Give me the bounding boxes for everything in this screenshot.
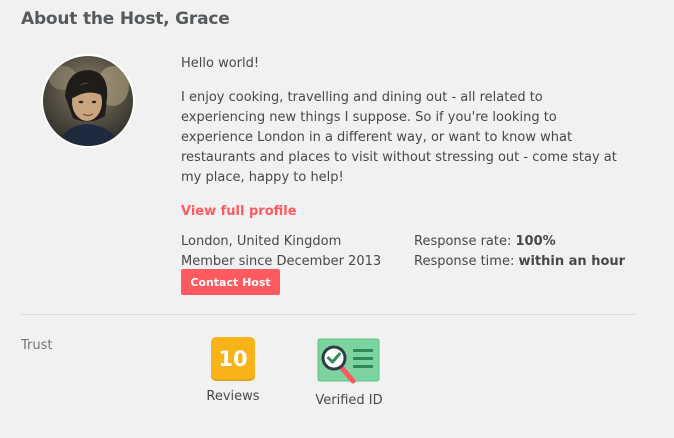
reviews-count-icon: 10 [211,337,255,381]
host-description: Hello world! I enjoy cooking, travelling… [181,54,625,272]
host-info-row: London, United Kingdom Member since Dece… [181,232,625,272]
reviews-badge[interactable]: 10 Reviews [200,337,266,404]
trust-label: Trust [21,338,53,353]
verified-id-icon [317,338,380,384]
response-rate-value: 100% [515,234,556,249]
section-divider [21,314,636,315]
host-bio: I enjoy cooking, travelling and dining o… [181,90,617,185]
contact-host-button[interactable]: Contact Host [181,269,280,295]
response-time-label: Response time: [414,254,515,269]
response-rate: Response rate: 100% [414,232,625,252]
reviews-caption: Reviews [206,389,260,404]
verified-id-caption: Verified ID [315,393,383,408]
response-rate-label: Response rate: [414,234,512,249]
response-time-value: within an hour [518,254,626,269]
host-info-left: London, United Kingdom Member since Dece… [181,232,381,272]
host-section-title: About the Host, Grace [21,9,230,29]
view-full-profile-link[interactable]: View full profile [181,202,297,222]
host-avatar[interactable] [43,56,133,146]
host-greeting: Hello world! [181,56,260,71]
host-info-right: Response rate: 100% Response time: withi… [414,232,625,272]
host-photo [43,56,133,146]
verified-id-badge[interactable]: Verified ID [310,337,388,408]
response-time: Response time: within an hour [414,252,625,272]
host-location: London, United Kingdom [181,234,342,249]
